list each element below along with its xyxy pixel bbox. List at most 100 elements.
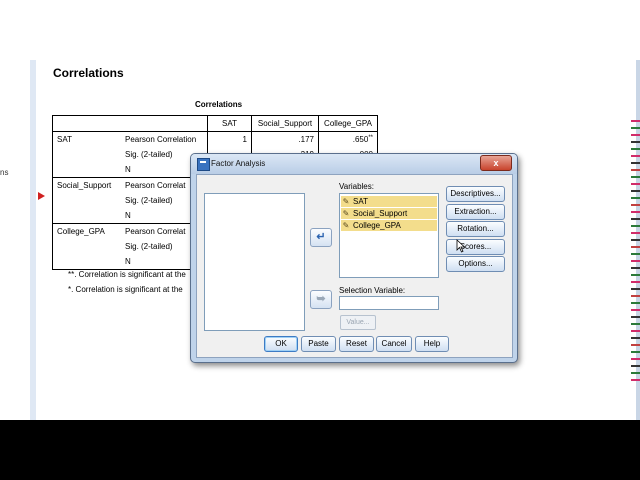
variables-label: Variables: xyxy=(339,182,374,191)
outline-navigator[interactable]: ns xyxy=(0,60,31,420)
table-cell: 1 xyxy=(207,131,252,147)
col-header-college-gpa: College_GPA xyxy=(318,115,378,132)
rotation-button[interactable]: Rotation... xyxy=(446,221,505,237)
row-variable-college-gpa: College_GPA xyxy=(52,223,121,239)
value-button[interactable]: Value... xyxy=(340,315,376,330)
output-heading: Correlations xyxy=(53,66,124,80)
edge-mark xyxy=(631,204,640,206)
header-blank xyxy=(52,115,121,132)
paste-button[interactable]: Paste xyxy=(301,336,336,352)
arrow-right-icon: ➥ xyxy=(316,293,326,305)
letterbox-bottom xyxy=(0,420,640,480)
edge-mark xyxy=(631,148,640,150)
screen: ns Correlations Correlations SAT Social_… xyxy=(0,0,640,420)
descriptives-button[interactable]: Descriptives... xyxy=(446,186,505,202)
footnote-2: *. Correlation is significant at the xyxy=(68,285,183,294)
edge-mark xyxy=(631,190,640,192)
dialog-body: ↵ ➥ Variables: ✎ SAT ✎ Social_Support ✎ Col… xyxy=(196,174,513,358)
list-item[interactable]: ✎ SAT xyxy=(341,196,437,207)
row-variable-social-support: Social_Support xyxy=(52,177,121,193)
table-cell xyxy=(52,254,121,270)
edge-mark xyxy=(631,365,640,367)
table-cell-with-sup: .650** xyxy=(318,131,378,147)
header-blank-2 xyxy=(121,115,208,132)
variable-name: SAT xyxy=(353,197,368,206)
edge-mark xyxy=(631,330,640,332)
table-cell xyxy=(52,147,121,162)
footnote-1: **. Correlation is significant at the xyxy=(68,270,186,279)
table-cell xyxy=(52,208,121,224)
edge-mark xyxy=(631,288,640,290)
edge-mark xyxy=(631,267,640,269)
mouse-cursor-icon xyxy=(456,239,466,253)
edge-mark xyxy=(631,141,640,143)
edge-mark xyxy=(631,281,640,283)
variable-name: College_GPA xyxy=(353,221,401,230)
edge-mark xyxy=(631,218,640,220)
arrow-left-icon: ↵ xyxy=(316,231,326,243)
table-cell: .650 xyxy=(352,135,369,144)
edge-mark xyxy=(631,239,640,241)
edge-mark xyxy=(631,323,640,325)
extraction-button[interactable]: Extraction... xyxy=(446,204,505,220)
edge-mark xyxy=(631,232,640,234)
edge-mark xyxy=(631,337,640,339)
variables-list[interactable]: ✎ SAT ✎ Social_Support ✎ College_GPA xyxy=(339,193,439,278)
edge-mark xyxy=(631,127,640,129)
edge-mark xyxy=(631,260,640,262)
options-button[interactable]: Options... xyxy=(446,256,505,272)
reset-button[interactable]: Reset xyxy=(339,336,374,352)
stat-label: Pearson Correlation xyxy=(121,131,208,147)
edge-mark xyxy=(631,351,640,353)
help-button[interactable]: Help xyxy=(415,336,449,352)
edge-mark xyxy=(631,302,640,304)
edge-mark xyxy=(631,162,640,164)
scale-variable-icon: ✎ xyxy=(342,221,350,230)
table-cell xyxy=(52,162,121,178)
edge-mark xyxy=(631,358,640,360)
close-button[interactable]: x xyxy=(480,155,512,171)
cancel-button[interactable]: Cancel xyxy=(376,336,412,352)
selection-variable-field[interactable] xyxy=(339,296,439,310)
move-to-variables-button[interactable]: ↵ xyxy=(310,228,332,247)
source-variable-list[interactable] xyxy=(204,193,305,331)
navigator-text[interactable]: ns xyxy=(0,168,8,177)
edge-mark xyxy=(631,155,640,157)
edge-mark xyxy=(631,295,640,297)
table-cell xyxy=(52,193,121,208)
table-cell xyxy=(52,239,121,254)
current-item-arrow-icon xyxy=(38,192,45,200)
edge-mark xyxy=(631,225,640,227)
list-item[interactable]: ✎ College_GPA xyxy=(341,220,437,231)
col-header-sat: SAT xyxy=(207,115,252,132)
edge-mark xyxy=(631,379,640,381)
spss-dialog-icon xyxy=(197,158,210,171)
edge-mark xyxy=(631,183,640,185)
scores-button[interactable]: Scores... xyxy=(446,239,505,255)
variable-name: Social_Support xyxy=(353,209,408,218)
edge-mark xyxy=(631,169,640,171)
edge-mark xyxy=(631,316,640,318)
edge-mark xyxy=(631,274,640,276)
edge-mark xyxy=(631,134,640,136)
col-header-social-support: Social_Support xyxy=(251,115,319,132)
move-to-selection-button[interactable]: ➥ xyxy=(310,290,332,309)
edge-mark xyxy=(631,253,640,255)
selection-variable-label: Selection Variable: xyxy=(339,286,406,295)
dialog-title: Factor Analysis xyxy=(211,159,266,168)
edge-mark xyxy=(631,309,640,311)
scale-variable-icon: ✎ xyxy=(342,197,350,206)
top-whitespace xyxy=(0,0,640,60)
edge-mark xyxy=(631,120,640,122)
right-edge-marks xyxy=(631,120,640,390)
edge-mark xyxy=(631,372,640,374)
list-item[interactable]: ✎ Social_Support xyxy=(341,208,437,219)
table-row: SAT Pearson Correlation 1 .177 .650** xyxy=(52,131,378,147)
edge-mark xyxy=(631,246,640,248)
table-title: Correlations xyxy=(195,100,243,109)
table-header-row: SAT Social_Support College_GPA xyxy=(52,115,378,132)
significance-marker: ** xyxy=(368,135,373,141)
row-variable-sat: SAT xyxy=(52,131,121,147)
dialog-titlebar[interactable]: Factor Analysis x xyxy=(191,154,517,174)
ok-button[interactable]: OK xyxy=(264,336,298,352)
